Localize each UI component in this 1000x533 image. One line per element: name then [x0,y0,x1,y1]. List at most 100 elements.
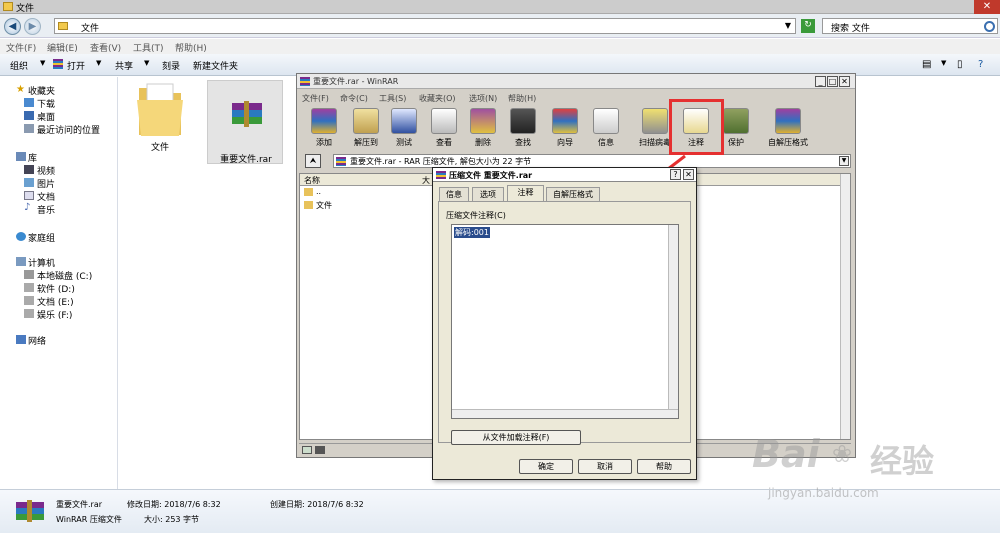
column-size[interactable]: 大 [422,175,430,186]
chevron-down-icon[interactable]: ▼ [144,59,149,67]
search-icon[interactable] [984,21,995,32]
computer-icon [16,257,26,266]
sidebar-favorites[interactable]: 收藏夹 [28,84,55,97]
tool-add[interactable]: 添加 [305,106,343,152]
address-bar[interactable]: 文件 ▼ [54,18,796,34]
help-icon[interactable]: ? [670,169,681,180]
list-item-parent[interactable]: .. [316,187,321,196]
open-button[interactable]: 打开 [67,59,85,72]
tab-sfx[interactable]: 自解压格式 [546,187,600,201]
wizard-icon [552,108,578,134]
wr-menu-help[interactable]: 帮助(H) [508,93,536,104]
chevron-down-icon[interactable]: ▼ [96,59,101,67]
binoculars-icon [510,108,536,134]
extract-icon [353,108,379,134]
share-button[interactable]: 共享 [115,59,133,72]
close-icon[interactable]: ✕ [974,0,1000,14]
sidebar-item-drive-e[interactable]: 文档 (E:) [37,295,74,308]
sidebar-item-pictures[interactable]: 图片 [37,177,55,190]
paw-icon: ❀ [832,440,853,468]
virus-scan-icon [642,108,668,134]
horizontal-scrollbar[interactable] [452,409,678,418]
maximize-icon[interactable]: □ [827,76,838,87]
recent-places-icon [24,124,34,133]
wr-menu-favorites[interactable]: 收藏夹(O) [419,93,456,104]
back-button[interactable]: ◀ [4,18,21,35]
ok-button[interactable]: 确定 [519,459,573,474]
help-icon[interactable]: ? [978,59,983,70]
chevron-down-icon[interactable]: ▼ [839,156,849,166]
list-item-rar[interactable]: 重要文件.rar [207,80,283,165]
chevron-down-icon[interactable]: ▼ [941,59,946,67]
list-item-folder[interactable]: 文件 [133,80,187,154]
sidebar-homegroup[interactable]: 家庭组 [28,231,55,244]
up-folder-button[interactable]: ⮝ [305,154,321,168]
comment-textarea[interactable]: 解码:001 [451,224,679,419]
organize-button[interactable]: 组织 [10,59,28,72]
sidebar-item-drive-d[interactable]: 软件 (D:) [37,282,75,295]
menu-view[interactable]: 查看(V) [90,41,121,54]
forward-button[interactable]: ▶ [24,18,41,35]
tab-options[interactable]: 选项 [472,187,504,201]
add-icon [311,108,337,134]
wr-menu-file[interactable]: 文件(F) [302,93,329,104]
search-input[interactable]: 搜索 文件 [822,18,998,34]
menu-tools[interactable]: 工具(T) [133,41,164,54]
tool-info[interactable]: 信息 [587,106,625,152]
tool-wizard[interactable]: 向导 [546,106,584,152]
sidebar-item-drive-c[interactable]: 本地磁盘 (C:) [37,269,92,282]
vertical-scrollbar[interactable] [840,174,850,439]
baidu-watermark: Bai ❀ 经验 jingyan.baidu.com [752,432,997,507]
chevron-down-icon[interactable]: ▼ [785,21,791,30]
wr-menu-tools[interactable]: 工具(S) [379,93,406,104]
tool-delete[interactable]: 删除 [464,106,502,152]
preview-pane-icon[interactable]: ▯ [957,59,963,70]
search-placeholder: 搜索 文件 [831,24,870,34]
minimize-icon[interactable]: _ [815,76,826,87]
chevron-down-icon[interactable]: ▼ [40,59,45,67]
sidebar-item-music[interactable]: 音乐 [37,203,55,216]
burn-button[interactable]: 刻录 [162,59,180,72]
wr-menu-commands[interactable]: 命令(C) [340,93,368,104]
menu-file[interactable]: 文件(F) [6,41,36,54]
close-icon[interactable]: ✕ [839,76,850,87]
column-name[interactable]: 名称 [304,175,320,186]
video-icon [24,165,34,174]
sidebar-item-downloads[interactable]: 下载 [37,97,55,110]
sidebar-item-documents[interactable]: 文档 [37,190,55,203]
refresh-icon[interactable]: ↻ [801,19,815,33]
winrar-title: 重要文件.rar - WinRAR [313,77,399,86]
sidebar-computer[interactable]: 计算机 [28,256,55,269]
sidebar-library[interactable]: 库 [28,151,37,164]
vertical-scrollbar[interactable] [668,225,678,418]
test-icon [391,108,417,134]
sidebar-network[interactable]: 网络 [28,334,46,347]
tool-find[interactable]: 查找 [504,106,542,152]
wr-menu-options[interactable]: 选项(N) [469,93,497,104]
sidebar-item-drive-f[interactable]: 娱乐 (F:) [37,308,72,321]
help-button[interactable]: 帮助 [637,459,691,474]
list-item-folder[interactable]: 文件 [316,200,332,211]
highlight-box [669,99,724,155]
desktop-icon [24,111,34,120]
drive-icon [302,446,312,454]
new-folder-button[interactable]: 新建文件夹 [193,59,238,72]
view-icon[interactable]: ▤ [922,59,931,70]
cancel-button[interactable]: 取消 [578,459,632,474]
menu-help[interactable]: 帮助(H) [175,41,207,54]
tab-info[interactable]: 信息 [439,187,469,201]
close-icon[interactable]: ✕ [683,169,694,180]
folder-icon [304,201,313,209]
sidebar-item-recent[interactable]: 最近访问的位置 [37,123,100,136]
tab-comment[interactable]: 注释 [507,185,544,202]
winrar-icon [336,157,346,166]
tool-sfx[interactable]: 自解压格式 [763,106,813,152]
menu-edit[interactable]: 编辑(E) [47,41,78,54]
sidebar-item-videos[interactable]: 视频 [37,164,55,177]
sidebar-item-desktop[interactable]: 桌面 [37,110,55,123]
comment-label: 压缩文件注释(C) [446,211,506,220]
tool-test[interactable]: 测试 [385,106,423,152]
load-comment-button[interactable]: 从文件加载注释(F) [451,430,581,445]
library-icon [16,152,26,161]
details-modified: 修改日期: 2018/7/6 8:32 [127,500,221,509]
